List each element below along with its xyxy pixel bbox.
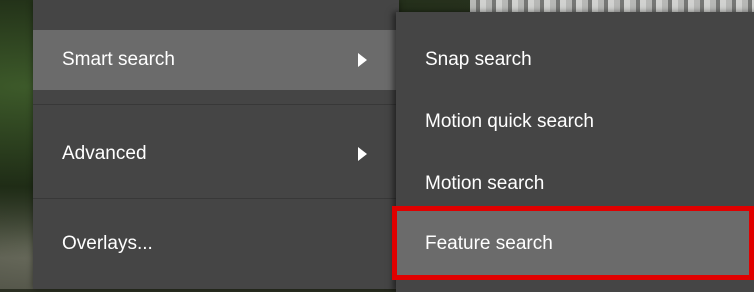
submenu-item-motion-search[interactable]: Motion search [396, 154, 754, 214]
menu-item-label: Overlays... [62, 233, 153, 254]
menu-divider [33, 198, 399, 199]
submenu-item-label: Motion quick search [425, 111, 594, 132]
submenu-arrow-icon [358, 147, 367, 161]
menu-item-label: Advanced [62, 143, 147, 164]
menu-item-advanced[interactable]: Advanced [33, 124, 399, 184]
context-menu: Smart search Advanced Overlays... [33, 0, 399, 289]
submenu-arrow-icon [358, 53, 367, 67]
menu-divider [33, 104, 399, 105]
menu-item-smart-search[interactable]: Smart search [33, 30, 399, 90]
menu-item-overlays[interactable]: Overlays... [33, 214, 399, 274]
submenu-item-label: Snap search [425, 49, 532, 70]
submenu-item-snap-search[interactable]: Snap search [396, 30, 754, 90]
submenu-item-motion-quick-search[interactable]: Motion quick search [396, 92, 754, 152]
submenu-item-feature-search[interactable]: Feature search [396, 211, 754, 277]
menu-item-label: Smart search [62, 49, 175, 70]
submenu-item-label: Feature search [425, 233, 553, 254]
submenu-item-label: Motion search [425, 173, 545, 194]
smart-search-submenu: Snap search Motion quick search Motion s… [396, 12, 754, 292]
